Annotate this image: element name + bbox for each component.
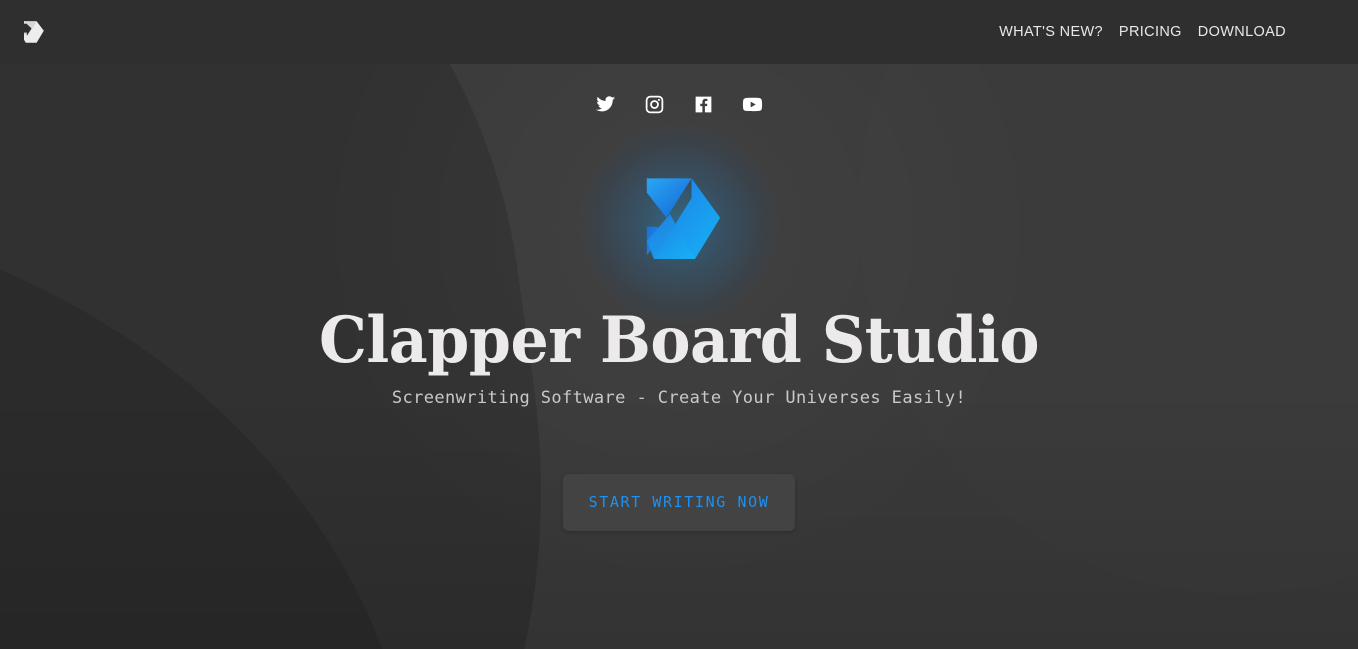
hero-section: Clapper Board Studio Screenwriting Softw… <box>0 64 1358 649</box>
start-writing-now-button[interactable]: START WRITING NOW <box>562 474 796 532</box>
nav-link-whats-new[interactable]: WHAT'S NEW? <box>999 24 1103 40</box>
hero-tagline: Screenwriting Software - Create Your Uni… <box>391 388 967 409</box>
nav-link-pricing[interactable]: PRICING <box>1119 24 1182 40</box>
hero-logo-wrap <box>579 124 779 324</box>
nav-link-download[interactable]: DOWNLOAD <box>1198 24 1286 40</box>
clapper-board-studio-logo-icon <box>646 178 721 259</box>
site-header: WHAT'S NEW? PRICING DOWNLOAD <box>0 0 1358 64</box>
page-title: Clapper Board Studio <box>318 303 1040 378</box>
landing-page: WHAT'S NEW? PRICING DOWNLOAD Clapper Boa… <box>0 0 1358 649</box>
main-nav: WHAT'S NEW? PRICING DOWNLOAD <box>999 24 1338 40</box>
cta-wrap: START WRITING NOW <box>0 474 1358 532</box>
hero-content: Clapper Board Studio Screenwriting Softw… <box>0 64 1358 649</box>
brand-logo-icon[interactable] <box>18 17 48 47</box>
